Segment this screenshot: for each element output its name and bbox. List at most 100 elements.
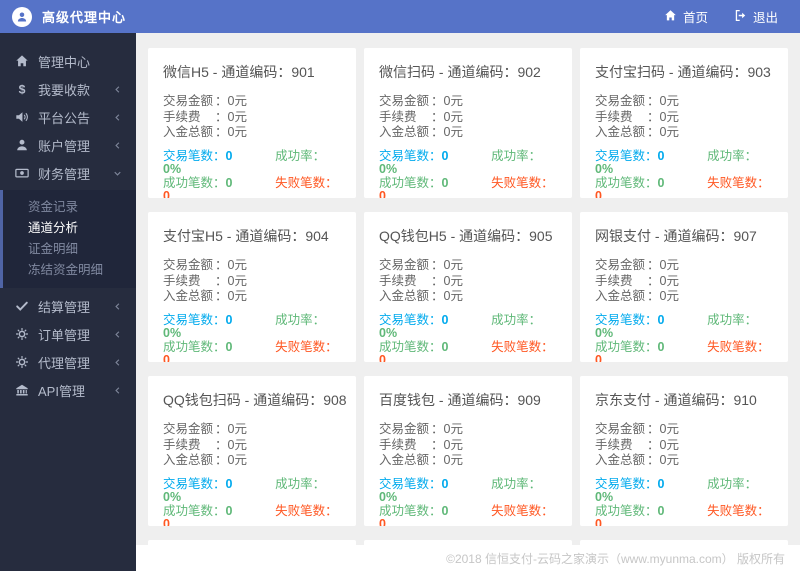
stats-block: 交易笔数：0 成功率： 0% 成功笔数：0 失败笔数： 0 [379,476,557,526]
cogs-icon [15,327,29,341]
stats-block: 交易笔数：0 成功率： 0% 成功笔数：0 失败笔数： 0 [595,476,773,526]
fee-row: 手续费： 0元 [163,437,247,452]
fee-label: 手续费 [595,109,633,124]
stats-block: 交易笔数：0 成功率： 0% 成功笔数：0 失败笔数： 0 [595,149,773,198]
success-rate-label: 成功率： [275,476,326,491]
txn-count: 交易笔数：0 [163,476,233,491]
success-count: 成功笔数：0 [163,175,233,190]
fee-label: 手续费 [163,273,201,288]
success-rate-label: 成功率： [707,476,758,491]
home-icon [15,54,29,68]
total-label: 入金总额 [595,453,646,467]
total-label: 入金总额 [379,289,430,303]
fee-label: 手续费 [595,437,633,452]
success-rate-value: 0% [595,490,614,504]
fee-label: 手续费 [163,109,201,124]
nav-home-label: 首页 [682,11,708,25]
success-rate-value: 0% [163,326,182,340]
fail-count-label: 失败笔数： [275,503,338,518]
fee-label: 手续费 [379,109,417,124]
fail-count-label: 失败笔数： [707,503,770,518]
success-count: 成功笔数：0 [379,175,449,190]
amount-row: 交易金额： 0元 [163,258,247,272]
chevron-left-icon [112,84,123,95]
total-label: 入金总额 [595,289,646,303]
txn-count: 交易笔数：0 [595,476,665,491]
sidebar-item-label: 结算管理 [38,299,91,315]
amount-value: 0元 [659,94,679,108]
amount-row: 交易金额： 0元 [379,422,463,436]
sidebar-item[interactable]: 订单管理 [0,320,136,348]
chevron-left-icon [112,301,123,312]
sidebar-item[interactable]: 账户管理 [0,131,136,159]
fee-row: 手续费： 0元 [379,109,463,124]
channel-card: QQ钱包扫码 - 通道编码：908 交易金额： 0元 手续费： 0元 入金总额： 0元… [148,376,356,526]
success-rate-value: 0% [163,162,182,176]
amount-row: 交易金额： 0元 [379,94,463,108]
sidebar-item-label: API管理 [38,383,85,399]
fee-row: 手续费： 0元 [595,273,679,288]
success-count: 成功笔数：0 [595,503,665,518]
amount-value: 0元 [443,422,463,436]
fee-label: 手续费 [379,273,417,288]
amount-value: 0元 [443,258,463,272]
success-rate-value: 0% [379,162,398,176]
channel-card-title: 支付宝扫码 - 通道编码：903 [595,64,771,80]
total-label: 入金总额 [163,125,214,139]
channel-card-title: QQ钱包扫码 - 通道编码：908 [163,392,347,408]
fee-value: 0元 [227,109,247,124]
sidebar-item[interactable]: 代理管理 [0,348,136,376]
txn-count: 交易笔数：0 [163,148,233,163]
submenu: 资金记录 通道分析 证金明细 冻结资金明细 [0,190,136,288]
sidebar-item-label: 订单管理 [38,327,91,343]
success-count: 成功笔数：0 [595,175,665,190]
nav-logout[interactable]: 退出 [734,7,778,26]
money-icon [15,166,29,180]
channel-card-title: 百度钱包 - 通道编码：909 [379,392,541,408]
sidebar-item-label: 代理管理 [38,355,91,371]
fail-count-label: 失败笔数： [491,339,554,354]
submenu-item-active[interactable]: 通道分析 [3,218,136,239]
sidebar-item[interactable]: $ 我要收款 [0,75,136,103]
chevron-left-icon [112,329,123,340]
nav-home[interactable]: 首页 [664,7,708,26]
sidebar-item[interactable]: API管理 [0,376,136,404]
submenu-item[interactable]: 证金明细 [3,239,136,260]
fail-count-value: 0 [163,353,170,362]
success-rate-label: 成功率： [491,476,542,491]
txn-count: 交易笔数：0 [379,148,449,163]
sidebar-item[interactable]: 结算管理 [0,292,136,320]
sidebar-item-label: 财务管理 [38,166,91,182]
submenu-item[interactable]: 资金记录 [3,197,136,218]
txn-count: 交易笔数：0 [379,476,449,491]
fee-value: 0元 [443,437,463,452]
amount-label: 交易金额 [163,422,214,436]
sidebar-item[interactable]: 管理中心 [0,47,136,75]
user-icon [15,138,29,152]
fail-count-value: 0 [163,517,170,526]
fail-count-value: 0 [379,353,386,362]
fail-count-value: 0 [595,189,602,198]
nav-logout-label: 退出 [752,11,778,25]
sidebar-item[interactable]: 财务管理 [0,159,136,187]
channel-card: QQ钱包H5 - 通道编码：905 交易金额： 0元 手续费： 0元 入金总额： 0元… [364,212,572,362]
fail-count-label: 失败笔数： [275,339,338,354]
fee-value: 0元 [227,273,247,288]
amount-label: 交易金额 [163,258,214,272]
fee-row: 手续费： 0元 [163,273,247,288]
success-count: 成功笔数：0 [163,339,233,354]
fail-count-value: 0 [163,189,170,198]
submenu-item[interactable]: 冻结资金明细 [3,260,136,281]
success-count: 成功笔数：0 [595,339,665,354]
success-rate-value: 0% [163,490,182,504]
sidebar-item[interactable]: 平台公告 [0,103,136,131]
channel-card-title: 微信扫码 - 通道编码：902 [379,64,541,80]
fee-row: 手续费： 0元 [379,273,463,288]
success-rate-label: 成功率： [491,312,542,327]
success-rate-label: 成功率： [275,312,326,327]
total-value: 0元 [659,453,679,467]
stats-block: 交易笔数：0 成功率： 0% 成功笔数：0 失败笔数： 0 [163,476,341,526]
total-row: 入金总额： 0元 [379,125,463,139]
channel-card: 微信扫码 - 通道编码：902 交易金额： 0元 手续费： 0元 入金总额： 0元 交… [364,48,572,198]
amount-label: 交易金额 [379,94,430,108]
